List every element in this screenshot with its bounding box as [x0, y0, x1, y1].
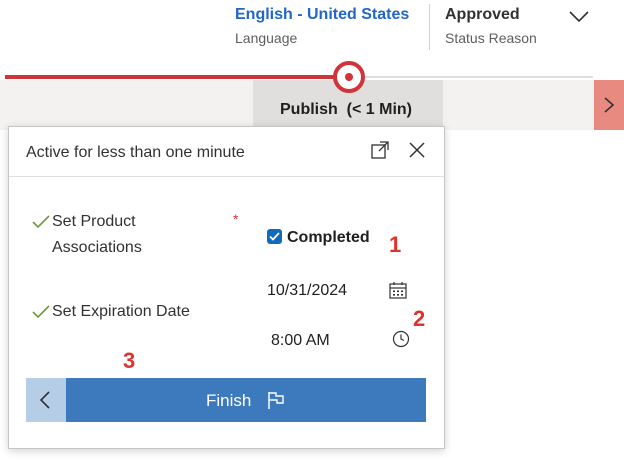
expiration-date-input[interactable]: 10/31/2024: [267, 282, 347, 300]
previous-stage-button[interactable]: [26, 378, 66, 422]
annotation-marker-1: 1: [389, 232, 402, 257]
next-stage-button[interactable]: [594, 80, 624, 130]
chevron-left-icon: [39, 391, 50, 409]
stage-flyout: Active for less than one minute Set Prod…: [8, 126, 445, 449]
language-value[interactable]: English - United States: [235, 4, 409, 26]
required-indicator: *: [233, 211, 239, 227]
close-icon[interactable]: [407, 140, 427, 160]
step-complete-check-icon: [32, 215, 50, 229]
status-reason-label: Status Reason: [445, 30, 537, 46]
annotation-marker-3: 3: [123, 348, 136, 373]
step-label-line: Associations: [52, 239, 142, 256]
language-label: Language: [235, 30, 298, 46]
checkmark-icon: [269, 232, 280, 241]
flag-icon: [268, 392, 284, 409]
stage-label[interactable]: Publish (< 1 Min): [280, 100, 412, 120]
chevron-down-icon[interactable]: [567, 6, 591, 28]
calendar-icon[interactable]: [388, 280, 408, 300]
stage-duration: (< 1 Min): [346, 101, 413, 118]
process-track-remaining: [363, 76, 593, 78]
clock-icon[interactable]: [392, 330, 410, 348]
completed-checkbox-label[interactable]: Completed: [287, 228, 370, 248]
status-reason-field[interactable]: Approved Status Reason: [445, 4, 537, 48]
active-stage-node[interactable]: [333, 61, 365, 93]
step-complete-check-icon: [32, 305, 50, 319]
step-label-line: Set Product: [52, 213, 136, 230]
language-field[interactable]: English - United States Language: [235, 4, 409, 48]
process-track-completed: [5, 75, 340, 79]
status-reason-value: Approved: [445, 6, 520, 23]
bpf-screen: English - United States Language Approve…: [0, 0, 624, 462]
flyout-title: Active for less than one minute: [26, 144, 245, 161]
expiration-time-input[interactable]: 8:00 AM: [271, 332, 330, 350]
annotation-marker-2: 2: [413, 306, 426, 331]
step-label-expiration-date: Set Expiration Date: [52, 303, 190, 320]
finish-button[interactable]: Finish: [66, 378, 426, 422]
chevron-right-icon: [604, 97, 615, 113]
step-label-product-associations: Set Product Associations: [52, 209, 142, 261]
completed-checkbox[interactable]: [267, 229, 282, 244]
flyout-separator: [9, 176, 444, 177]
expand-icon[interactable]: [370, 140, 390, 160]
header-divider: [429, 4, 430, 50]
stage-name: Publish: [280, 101, 338, 118]
active-stage-node-dot: [345, 73, 353, 81]
finish-button-label: Finish: [206, 391, 252, 410]
